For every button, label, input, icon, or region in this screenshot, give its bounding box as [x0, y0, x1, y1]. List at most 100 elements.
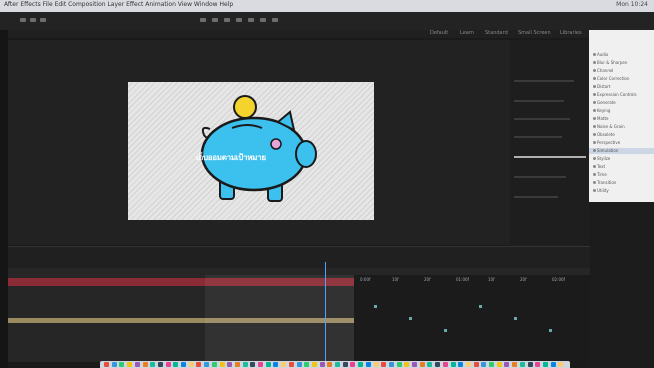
effects-category[interactable]: Blur & Sharpen — [597, 60, 627, 65]
dock-app-icon[interactable] — [435, 362, 441, 367]
tool-icon[interactable] — [20, 18, 26, 22]
dock-app-icon[interactable] — [489, 362, 494, 367]
dock-app-icon[interactable] — [104, 362, 109, 367]
keyframe-icon[interactable] — [444, 329, 447, 332]
dock-app-icon[interactable] — [134, 362, 140, 367]
panel-row[interactable] — [514, 196, 558, 198]
dock-app-icon[interactable] — [504, 362, 510, 367]
dock-app-icon[interactable] — [319, 362, 325, 367]
dock-app-icon[interactable] — [227, 362, 233, 367]
dock-app-icon[interactable] — [427, 362, 433, 367]
dock-app-icon[interactable] — [304, 362, 310, 367]
dock-app-icon[interactable] — [119, 362, 125, 367]
dock-app-icon[interactable] — [558, 362, 564, 367]
dock-app-icon[interactable] — [388, 362, 394, 367]
dock-app-icon[interactable] — [442, 362, 448, 367]
playhead-icon[interactable] — [325, 262, 326, 362]
dock-app-icon[interactable] — [327, 362, 333, 367]
effects-category[interactable]: Obsolete — [597, 132, 615, 137]
tool-icon[interactable] — [200, 18, 206, 22]
workspace-standard[interactable]: Standard — [485, 30, 508, 36]
effects-category[interactable]: Audio — [597, 52, 608, 57]
dock-app-icon[interactable] — [350, 362, 356, 367]
dock-app-icon[interactable] — [258, 362, 263, 367]
effects-category[interactable]: Color Correction — [597, 76, 629, 81]
dock-app-icon[interactable] — [242, 362, 248, 367]
properties-panel[interactable] — [589, 202, 654, 368]
dock-app-icon[interactable] — [296, 362, 302, 367]
keyframe-icon[interactable] — [374, 305, 377, 308]
effects-category[interactable]: Matte — [597, 116, 609, 121]
effects-category[interactable]: Stylize — [597, 156, 610, 161]
dock-app-icon[interactable] — [127, 362, 133, 367]
tool-icon[interactable] — [248, 18, 254, 22]
dock-app-icon[interactable] — [542, 362, 548, 367]
dock-app-icon[interactable] — [288, 362, 294, 367]
panel-row[interactable] — [514, 80, 574, 82]
panel-row[interactable] — [514, 136, 562, 138]
dock-app-icon[interactable] — [150, 362, 156, 367]
effects-category[interactable]: Text — [597, 164, 605, 169]
dock-app-icon[interactable] — [481, 362, 487, 367]
dock-app-icon[interactable] — [142, 362, 148, 367]
tool-icon[interactable] — [40, 18, 46, 22]
dock-app-icon[interactable] — [519, 362, 525, 367]
dock-app-icon[interactable] — [273, 362, 279, 367]
tool-icon[interactable] — [236, 18, 242, 22]
dock-app-icon[interactable] — [265, 362, 271, 367]
timeline-ruler[interactable] — [8, 268, 590, 275]
dock-app-icon[interactable] — [535, 362, 541, 367]
dock-app-icon[interactable] — [204, 362, 210, 367]
effects-category[interactable]: Expression Controls — [597, 92, 637, 97]
effects-presets-panel[interactable]: Audio Blur & Sharpen Channel Color Correcti… — [589, 30, 654, 202]
dock-app-icon[interactable] — [527, 362, 533, 367]
dock-app-icon[interactable] — [281, 362, 287, 367]
dock-app-icon[interactable] — [373, 362, 379, 367]
dock-app-icon[interactable] — [396, 362, 402, 367]
dock-app-icon[interactable] — [412, 362, 417, 367]
menubar-text[interactable]: After Effects File Edit Composition Laye… — [4, 1, 233, 8]
effects-category[interactable]: Keying — [597, 108, 610, 113]
effects-category[interactable]: Time — [597, 172, 607, 177]
dock-app-icon[interactable] — [512, 362, 518, 367]
tool-icon[interactable] — [224, 18, 230, 22]
dock-app-icon[interactable] — [165, 362, 171, 367]
dock-app-icon[interactable] — [181, 362, 186, 367]
dock-app-icon[interactable] — [234, 362, 240, 367]
dock-app-icon[interactable] — [419, 362, 425, 367]
effects-category[interactable]: Noise & Grain — [597, 124, 625, 129]
dock-app-icon[interactable] — [342, 362, 348, 367]
dock-app-icon[interactable] — [404, 362, 410, 367]
dock-app-icon[interactable] — [196, 362, 202, 367]
panel-row[interactable] — [514, 176, 566, 178]
dock-app-icon[interactable] — [157, 362, 163, 367]
dock-app-icon[interactable] — [381, 362, 387, 367]
workspace-learn[interactable]: Learn — [460, 30, 474, 36]
dock-app-icon[interactable] — [250, 362, 256, 367]
effects-category[interactable]: Utility — [597, 188, 609, 193]
timeline-header[interactable] — [8, 246, 590, 269]
dock-app-icon[interactable] — [173, 362, 179, 367]
workspace-default[interactable]: Default — [430, 30, 448, 36]
workspace-small-screen[interactable]: Small Screen — [518, 30, 551, 36]
workspace-libraries[interactable]: Libraries — [560, 30, 582, 36]
graph-editor[interactable]: 0:00f 10f 20f 01:00f 10f 20f 02:00f — [354, 275, 590, 362]
panel-row-selected[interactable] — [514, 156, 586, 158]
tool-icon[interactable] — [30, 18, 36, 22]
dock-app-icon[interactable] — [365, 362, 371, 367]
effects-category[interactable]: Perspective — [597, 140, 620, 145]
tool-icon[interactable] — [212, 18, 218, 22]
tool-icon[interactable] — [260, 18, 266, 22]
effects-category[interactable]: Generate — [597, 100, 616, 105]
dock-app-icon[interactable] — [188, 362, 194, 367]
dock-app-icon[interactable] — [450, 362, 456, 367]
dock-app-icon[interactable] — [358, 362, 364, 367]
project-panel[interactable] — [510, 40, 590, 250]
effects-category[interactable]: Simulation — [597, 148, 618, 153]
keyframe-icon[interactable] — [479, 305, 482, 308]
effects-category[interactable]: Transition — [597, 180, 616, 185]
keyframe-icon[interactable] — [409, 317, 412, 320]
dock-app-icon[interactable] — [335, 362, 340, 367]
dock-app-icon[interactable] — [496, 362, 502, 367]
dock-app-icon[interactable] — [550, 362, 556, 367]
